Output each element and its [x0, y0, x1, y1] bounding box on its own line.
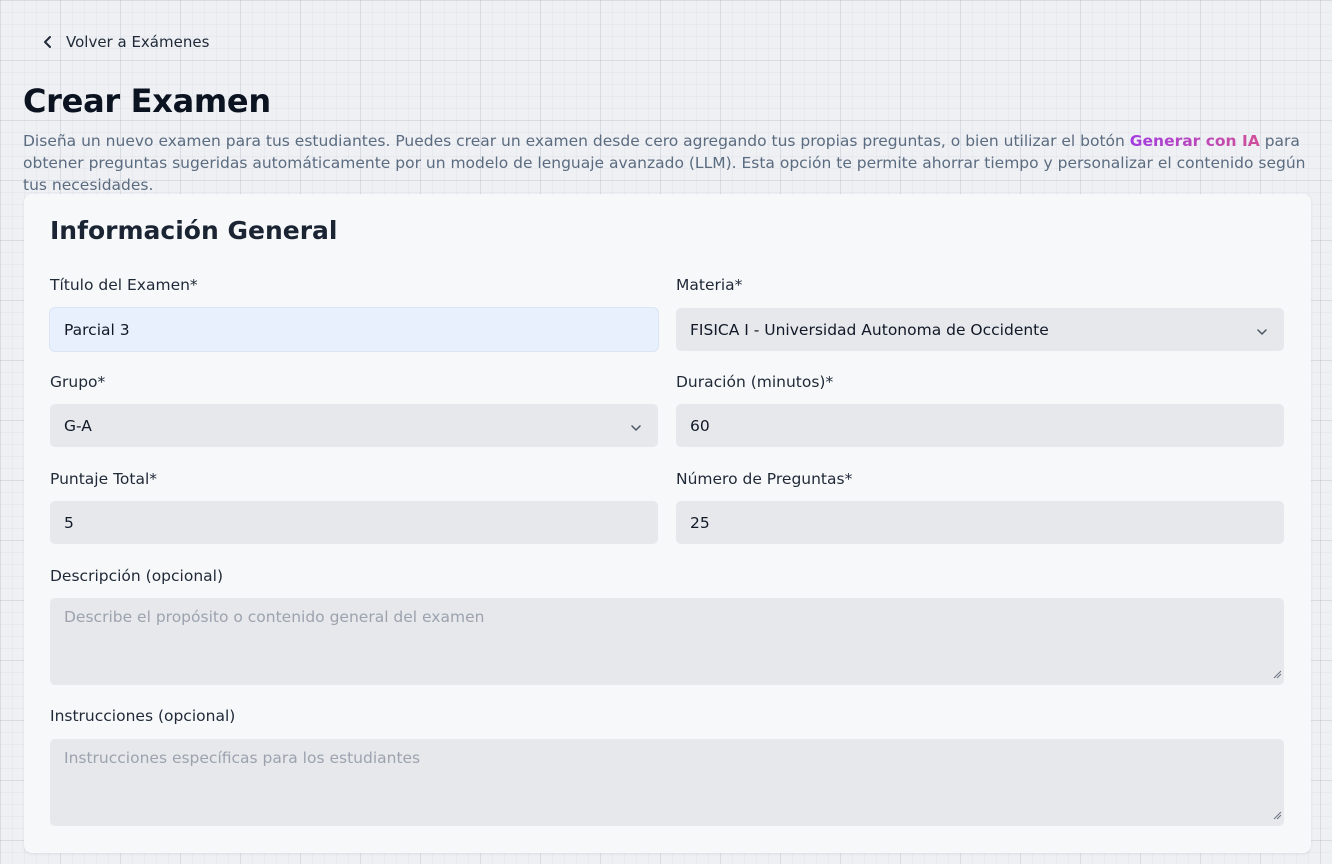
generate-ai-highlight: Generar con IA [1129, 132, 1260, 150]
subject-selected-value: FISICA I - Universidad Autonoma de Occid… [690, 320, 1049, 339]
chevron-left-icon [40, 34, 56, 50]
instructions-textarea[interactable]: Instrucciones específicas para los estud… [50, 739, 1284, 826]
total-score-label: Puntaje Total* [50, 470, 158, 488]
exam-title-value: Parcial 3 [64, 320, 130, 339]
question-count-input[interactable]: 25 [676, 501, 1284, 544]
duration-label: Duración (minutos)* [676, 373, 834, 391]
description-label: Descripción (opcional) [50, 567, 224, 585]
chevron-down-icon [1256, 324, 1268, 342]
description-placeholder: Describe el propósito o contenido genera… [64, 608, 485, 626]
subject-label: Materia* [676, 276, 743, 294]
back-to-exams-link[interactable]: Volver a Exámenes [40, 30, 209, 54]
group-selected-value: G-A [64, 416, 92, 435]
question-count-label: Número de Preguntas* [676, 470, 853, 488]
total-score-input[interactable]: 5 [50, 501, 658, 544]
duration-input[interactable]: 60 [676, 404, 1284, 447]
total-score-value: 5 [64, 513, 74, 532]
chevron-down-icon [630, 420, 642, 438]
exam-title-label: Título del Examen* [50, 276, 198, 294]
subject-select[interactable]: FISICA I - Universidad Autonoma de Occid… [676, 308, 1284, 351]
general-info-card: Información General Título del Examen* P… [24, 194, 1311, 853]
group-select[interactable]: G-A [50, 404, 658, 447]
resize-handle-icon[interactable] [1273, 665, 1282, 683]
duration-value: 60 [690, 416, 710, 435]
section-title: Información General [50, 216, 338, 245]
description-textarea[interactable]: Describe el propósito o contenido genera… [50, 598, 1284, 685]
page-description: Diseña un nuevo examen para tus estudian… [23, 130, 1313, 196]
group-label: Grupo* [50, 373, 106, 391]
instructions-placeholder: Instrucciones específicas para los estud… [64, 749, 421, 767]
exam-title-input[interactable]: Parcial 3 [50, 308, 658, 351]
question-count-value: 25 [690, 513, 710, 532]
page-title: Crear Examen [23, 82, 271, 120]
resize-handle-icon[interactable] [1273, 806, 1282, 824]
description-text-start: Diseña un nuevo examen para tus estudian… [23, 132, 1130, 150]
back-link-label: Volver a Exámenes [66, 33, 210, 51]
instructions-label: Instrucciones (opcional) [50, 707, 236, 725]
